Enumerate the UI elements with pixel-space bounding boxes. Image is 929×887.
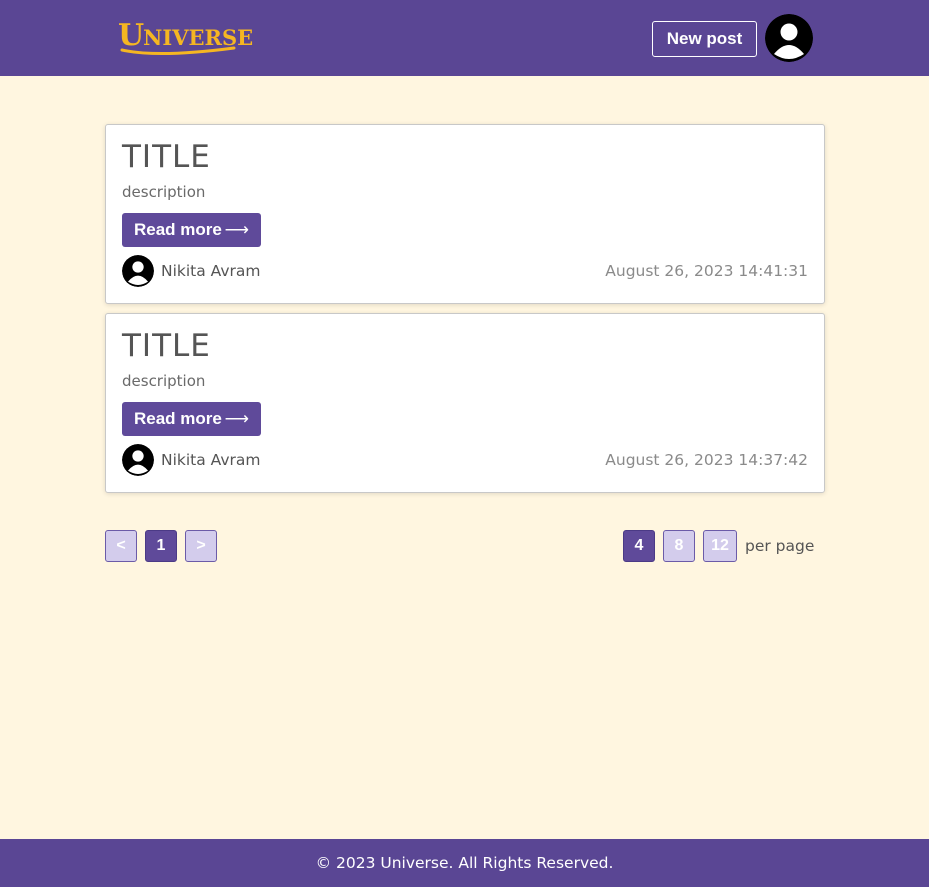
author-avatar-icon [122,255,154,287]
per-page-4-button[interactable]: 4 [623,530,655,562]
per-page-12-button[interactable]: 12 [703,530,737,562]
post-title: TITLE [122,328,211,364]
post-card: TITLE description Read more ⟶ Nikita Avr… [105,313,825,493]
author-name: Nikita Avram [161,451,261,469]
read-more-button[interactable]: Read more ⟶ [122,402,261,436]
read-more-label: Read more [134,409,222,428]
new-post-button[interactable]: New post [652,21,757,57]
prev-page-button[interactable]: < [105,530,137,562]
post-description: description [122,183,206,201]
per-page-label: per page [745,537,815,555]
page-1-button[interactable]: 1 [145,530,177,562]
post-description: description [122,372,206,390]
arrow-right-icon: ⟶ [224,220,249,239]
post-date: August 26, 2023 14:41:31 [605,262,808,280]
per-page-8-button[interactable]: 8 [663,530,695,562]
read-more-button[interactable]: Read more ⟶ [122,213,261,247]
user-avatar-icon[interactable] [765,14,813,62]
copyright-text: © 2023 Universe. All Rights Reserved. [315,854,614,872]
post-card: TITLE description Read more ⟶ Nikita Avr… [105,124,825,304]
top-navbar: UNIVERSE New post [0,0,929,76]
read-more-label: Read more [134,220,222,239]
footer: © 2023 Universe. All Rights Reserved. [0,839,929,887]
next-page-button[interactable]: > [185,530,217,562]
author-name: Nikita Avram [161,262,261,280]
universe-logo[interactable]: UNIVERSE [118,16,253,62]
post-date: August 26, 2023 14:37:42 [605,451,808,469]
arrow-right-icon: ⟶ [224,409,249,428]
logo-swoosh-icon [120,46,236,56]
author-avatar-icon [122,444,154,476]
post-title: TITLE [122,139,211,175]
